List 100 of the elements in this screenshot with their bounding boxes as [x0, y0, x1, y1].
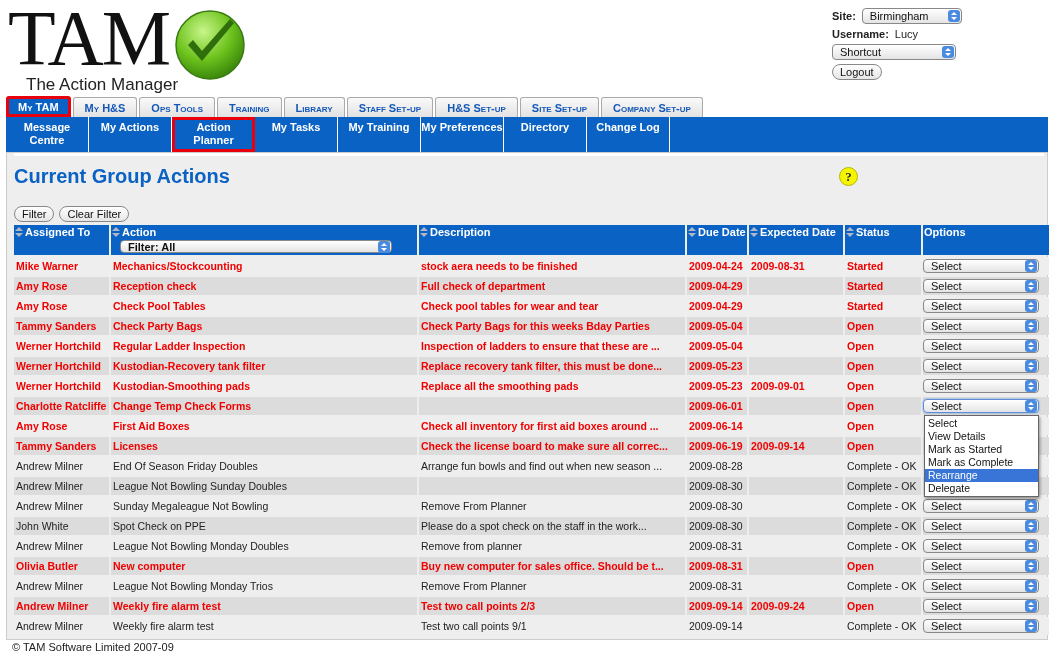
table-cell: 2009-09-14 — [751, 440, 805, 452]
menu-item[interactable]: Mark as Complete — [925, 456, 1038, 469]
table-cell: Olivia Butler — [16, 560, 78, 572]
table-cell: Open — [847, 400, 874, 412]
options-select[interactable]: Select — [923, 559, 1039, 573]
stepper-icon — [1025, 620, 1037, 632]
footer-text: © TAM Software Limited 2007-09 — [11, 641, 175, 653]
table-cell: Andrew Milner — [16, 600, 89, 612]
table-cell: 2009-06-14 — [689, 420, 743, 432]
options-select[interactable]: Select — [923, 579, 1039, 593]
stepper-icon — [378, 240, 390, 253]
options-select[interactable]: Select — [923, 539, 1039, 553]
table-cell: League Not Bowling Monday Doubles — [113, 540, 289, 552]
table-cell: Buy new computer for sales office. Should be t... — [421, 560, 664, 572]
stepper-icon — [947, 10, 960, 22]
table-cell: Change Temp Check Forms — [113, 400, 252, 412]
table-cell: 2009-08-31 — [689, 540, 743, 552]
table-cell: Test two call points 9/1 — [421, 620, 527, 632]
options-select[interactable]: Select — [923, 259, 1039, 273]
table-cell: Complete - OK — [847, 580, 917, 592]
tab[interactable]: Library — [283, 97, 345, 117]
shortcut-select[interactable]: Shortcut — [832, 44, 956, 60]
table-cell: Please do a spot check on the staff in the work... — [421, 520, 647, 532]
table-cell: 2009-08-31 — [689, 560, 743, 572]
table-cell: Inspection of ladders to ensure that these are ... — [421, 340, 660, 352]
menu-item[interactable]: Rearrange — [925, 469, 1038, 482]
tab[interactable]: Training — [217, 97, 282, 117]
options-select[interactable]: Select — [923, 339, 1039, 353]
help-button[interactable]: ? — [839, 166, 858, 186]
table-cell: 2009-06-19 — [689, 440, 743, 452]
table-cell: Charlotte Ratcliffe — [16, 400, 107, 412]
menu-item[interactable]: Delegate — [925, 482, 1038, 495]
stepper-icon — [1025, 520, 1037, 532]
table-cell: John White — [16, 520, 69, 532]
table-cell: Open — [847, 560, 874, 572]
table-cell: Complete - OK — [847, 460, 917, 472]
tab[interactable]: Staff Set-up — [346, 97, 434, 117]
nav-link[interactable]: Action Planner — [172, 117, 255, 152]
table-cell: 2009-09-24 — [751, 600, 805, 612]
table-cell: Complete - OK — [847, 540, 917, 552]
options-select[interactable]: Select — [923, 599, 1039, 613]
filter-button[interactable]: Filter — [14, 206, 55, 222]
tab[interactable]: Company Set-up — [601, 97, 703, 117]
table-cell: Complete - OK — [847, 520, 917, 532]
options-select[interactable]: Select — [923, 359, 1039, 373]
table-cell: 2009-08-30 — [689, 480, 743, 492]
stepper-icon — [1025, 360, 1037, 372]
table-cell: Mike Warner — [16, 260, 79, 272]
options-select[interactable]: Select — [923, 619, 1039, 633]
options-select[interactable]: Select — [923, 299, 1039, 313]
table-cell: Full check of department — [421, 280, 546, 292]
options-select[interactable]: Select — [923, 519, 1039, 533]
options-select[interactable]: Select — [923, 279, 1039, 293]
tab[interactable]: Site Set-up — [519, 97, 599, 117]
stepper-icon — [1025, 600, 1037, 612]
table-cell: Check the license board to make sure all correc... — [421, 440, 668, 452]
logo-subtitle: The Action Manager — [26, 75, 179, 95]
table-cell: Sunday Megaleague Not Bowling — [113, 500, 269, 512]
table-cell: Tammy Sanders — [16, 440, 97, 452]
stepper-icon — [1025, 400, 1037, 412]
site-label: Site: — [832, 10, 856, 22]
table-cell: 2009-06-01 — [689, 400, 743, 412]
table-cell: 2009-09-14 — [689, 620, 743, 632]
table-cell: Andrew Milner — [16, 500, 84, 512]
filter-button[interactable]: Clear Filter — [59, 206, 130, 222]
table-cell: 2009-08-30 — [689, 500, 743, 512]
table-cell: Replace recovery tank filter, this must be done... — [421, 360, 662, 372]
menu-item[interactable]: View Details — [925, 430, 1038, 443]
page-title: Current Group Actions — [14, 164, 231, 188]
tab[interactable]: H&S Set-up — [435, 97, 518, 117]
table-cell: Open — [847, 440, 874, 452]
table-cell: Reception check — [113, 280, 197, 292]
tab[interactable]: My TAM — [6, 96, 71, 117]
username-label: Username: — [832, 28, 889, 40]
table-cell: New computer — [113, 560, 186, 572]
action-filter-select[interactable]: Filter: All — [120, 240, 392, 253]
table-cell: Check Party Bags for this weeks Bday Parties — [421, 320, 650, 332]
tab[interactable]: Ops Tools — [139, 97, 216, 117]
options-select[interactable]: Select — [923, 379, 1039, 393]
table-cell: League Not Bowling Monday Trios — [113, 580, 273, 592]
tab[interactable]: My H&S — [72, 97, 138, 117]
options-select[interactable]: Select — [923, 399, 1039, 413]
options-select[interactable]: Select — [923, 499, 1039, 513]
column-label: Assigned To — [25, 226, 91, 238]
stepper-icon — [1025, 380, 1037, 392]
table-cell: Check Party Bags — [113, 320, 203, 332]
table-cell: Open — [847, 340, 874, 352]
table-cell: 2009-09-01 — [751, 380, 805, 392]
table-cell: Andrew Milner — [16, 540, 84, 552]
site-select[interactable]: Birmingham — [861, 8, 962, 24]
table-cell: Andrew Milner — [16, 620, 84, 632]
menu-item[interactable]: Select — [925, 417, 1038, 430]
table-cell: Open — [847, 380, 874, 392]
table-cell: Andrew Milner — [16, 580, 84, 592]
menu-item[interactable]: Mark as Started — [925, 443, 1038, 456]
options-select[interactable]: Select — [923, 319, 1039, 333]
table-cell: 2009-04-29 — [689, 300, 743, 312]
stepper-icon — [1025, 560, 1037, 572]
stepper-icon — [1025, 260, 1037, 272]
logout-button[interactable]: Logout — [832, 64, 882, 80]
